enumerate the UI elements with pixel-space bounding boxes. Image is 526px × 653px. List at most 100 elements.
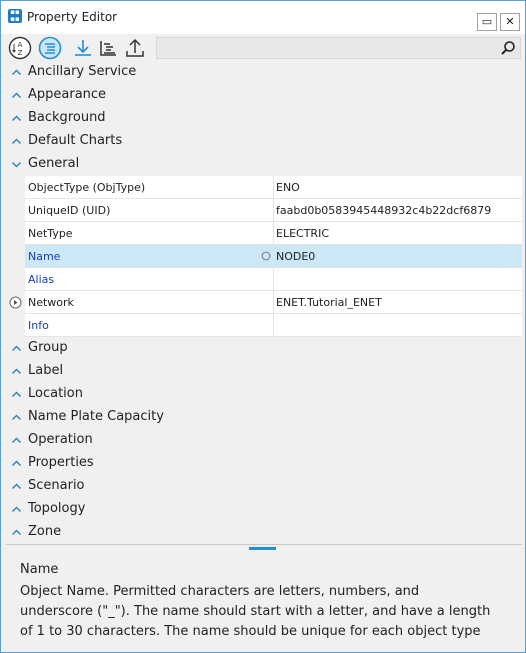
property-row-alias[interactable]: Alias [6, 268, 522, 291]
hierarchy-icon[interactable] [96, 36, 120, 60]
description-line: Object Name. Permitted characters are le… [20, 584, 420, 599]
property-row-name[interactable]: Name NODE0 [6, 245, 522, 268]
chevron-up-icon[interactable] [11, 67, 22, 78]
category-label-text: Name Plate Capacity [28, 409, 164, 424]
property-name: UniqueID (UID) [28, 204, 111, 217]
row-gutter [6, 291, 25, 314]
category-general[interactable]: General [6, 153, 522, 176]
category-label: Ancillary Service [28, 64, 137, 79]
property-value-cell[interactable]: ENO [274, 176, 522, 199]
search-input[interactable] [156, 37, 521, 59]
property-row-uniqueid[interactable]: UniqueID (UID) faabd0b0583945448932c4b22… [6, 199, 522, 222]
property-name: Network [28, 296, 74, 309]
search-icon[interactable] [500, 40, 516, 56]
chevron-up-icon[interactable] [11, 90, 22, 101]
expand-arrow-icon[interactable] [9, 296, 22, 309]
property-name: Alias [28, 273, 55, 286]
property-value: faabd0b0583945448932c4b22dcf6879 [276, 204, 492, 217]
category-ancillary-service[interactable]: Ancillary Service [6, 61, 522, 84]
chevron-up-icon[interactable] [11, 136, 22, 147]
download-icon[interactable] [71, 36, 95, 60]
property-name-cell: ObjectType (ObjType) [25, 176, 274, 199]
chevron-down-icon[interactable] [11, 159, 22, 170]
category-label-text: Label [28, 363, 64, 378]
chevron-up-icon[interactable] [11, 113, 22, 124]
category-group[interactable]: Group [6, 337, 522, 360]
category-name-plate-capacity[interactable]: Name Plate Capacity [6, 406, 522, 429]
chevron-up-icon[interactable] [11, 366, 22, 377]
window-title: Property Editor [27, 10, 118, 24]
category-background[interactable]: Background [6, 107, 522, 130]
row-gutter [6, 314, 25, 337]
property-row-objecttype[interactable]: ObjectType (ObjType) ENO [6, 176, 522, 199]
chevron-up-icon[interactable] [11, 458, 22, 469]
category-label-text: Properties [28, 455, 94, 470]
property-value-cell[interactable] [274, 314, 522, 337]
property-value: ENO [276, 181, 300, 194]
property-name-cell: Network [25, 291, 274, 314]
category-label: General [28, 156, 80, 171]
property-editor-window: ▪▪ ▪▪ Property Editor ▭ ✕ A Z Ancillary … [0, 0, 526, 653]
category-appearance[interactable]: Appearance [6, 84, 522, 107]
category-operation[interactable]: Operation [6, 429, 522, 452]
description-title: Name [20, 562, 59, 577]
category-properties[interactable]: Properties [6, 452, 522, 475]
property-row-info[interactable]: Info [6, 314, 522, 337]
property-row-network[interactable]: Network ENET.Tutorial_ENET [6, 291, 522, 314]
category-topology[interactable]: Topology [6, 498, 522, 521]
chevron-up-icon[interactable] [11, 435, 22, 446]
property-value-cell[interactable]: ENET.Tutorial_ENET [274, 291, 522, 314]
property-grid: Ancillary Service Appearance Background … [6, 61, 522, 544]
property-name-cell: UniqueID (UID) [25, 199, 274, 222]
category-label: Appearance [28, 87, 107, 102]
category-label-text: Location [28, 386, 83, 401]
minimize-button[interactable]: ▭ [477, 13, 497, 31]
chevron-up-icon[interactable] [11, 504, 22, 515]
row-gutter [6, 245, 25, 268]
default-value-indicator-icon [261, 251, 271, 261]
category-default-charts[interactable]: Default Charts [6, 130, 522, 153]
property-name-cell: NetType [25, 222, 274, 245]
toolbar: A Z [1, 34, 525, 62]
sort-alphabetical-icon[interactable]: A Z [8, 36, 32, 60]
chevron-up-icon[interactable] [11, 481, 22, 492]
property-value-cell[interactable]: NODE0 [274, 245, 522, 268]
chevron-up-icon[interactable] [11, 412, 22, 423]
description-panel: Name Object Name. Permitted characters a… [6, 551, 522, 651]
category-label: Default Charts [28, 133, 123, 148]
row-gutter [6, 222, 25, 245]
chevron-up-icon[interactable] [11, 389, 22, 400]
row-gutter [6, 268, 25, 291]
row-gutter [6, 176, 25, 199]
category-label-text: Operation [28, 432, 93, 447]
close-button[interactable]: ✕ [500, 13, 520, 31]
chevron-up-icon[interactable] [11, 343, 22, 354]
property-name: Name [28, 250, 61, 263]
category-label-text: Scenario [28, 478, 85, 493]
splitter-handle[interactable] [249, 547, 276, 550]
chevron-up-icon[interactable] [11, 527, 22, 538]
property-value-cell[interactable]: faabd0b0583945448932c4b22dcf6879 [274, 199, 522, 222]
divider [6, 544, 522, 545]
category-label[interactable]: Label [6, 360, 522, 383]
property-value-cell[interactable] [274, 268, 522, 291]
category-label: Group [28, 340, 68, 355]
upload-icon[interactable] [123, 36, 147, 60]
property-value: ELECTRIC [276, 227, 329, 240]
category-location[interactable]: Location [6, 383, 522, 406]
property-row-nettype[interactable]: NetType ELECTRIC [6, 222, 522, 245]
property-value-cell[interactable]: ELECTRIC [274, 222, 522, 245]
title-bar: ▪▪ ▪▪ Property Editor ▭ ✕ [1, 1, 525, 34]
row-gutter [6, 199, 25, 222]
category-label: Background [28, 110, 106, 125]
property-name: NetType [28, 227, 73, 240]
category-zone[interactable]: Zone [6, 521, 522, 544]
property-name: Info [28, 319, 49, 332]
svg-text:A: A [18, 41, 23, 49]
property-name-cell: Info [25, 314, 274, 337]
description-line: of 1 to 30 characters. The name should b… [20, 624, 481, 639]
categorized-icon[interactable] [38, 36, 62, 60]
description-text: Object Name. Permitted characters are le… [20, 582, 514, 642]
category-scenario[interactable]: Scenario [6, 475, 522, 498]
property-value: ENET.Tutorial_ENET [276, 296, 382, 309]
